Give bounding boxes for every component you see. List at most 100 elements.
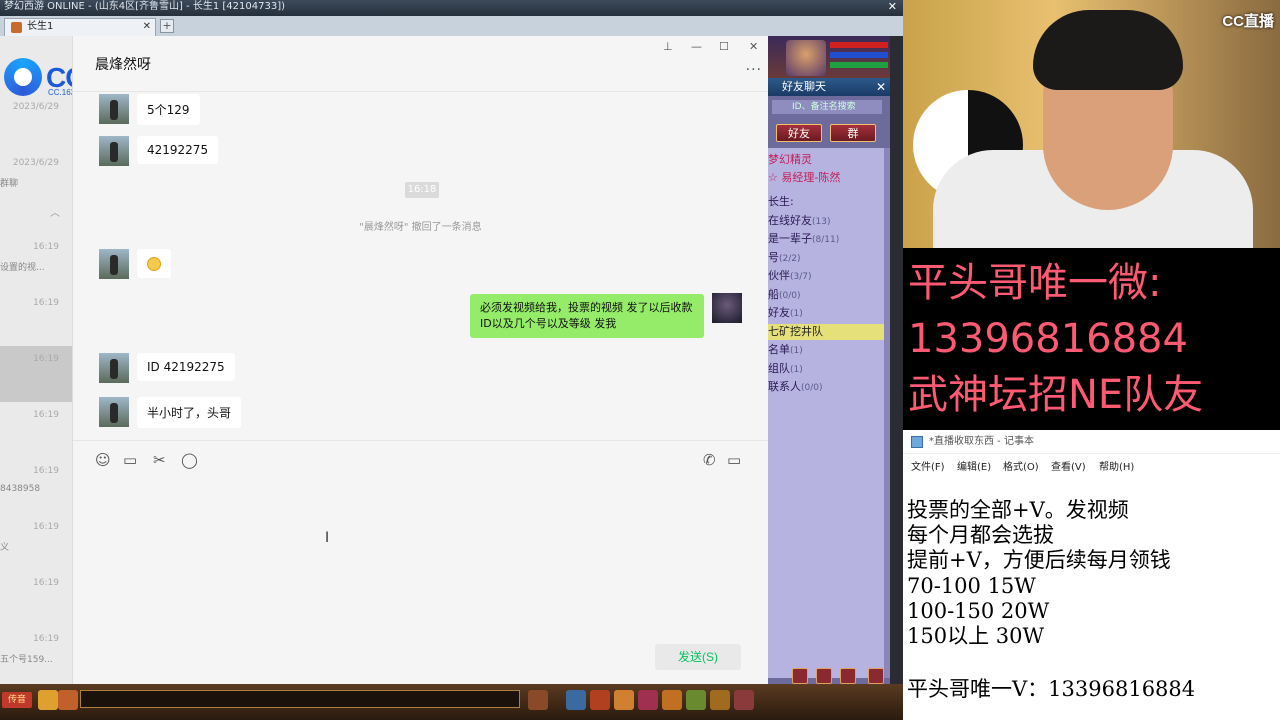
send-button[interactable]: 发送(S) [655, 644, 741, 670]
panel-icon-4[interactable] [868, 668, 884, 684]
chat-list-item[interactable]: 16:19 [0, 346, 72, 402]
chevron-up-icon[interactable]: ︿ [50, 204, 60, 219]
self-avatar[interactable] [712, 293, 742, 323]
tab-close-icon[interactable]: ✕ [143, 19, 151, 35]
contact-avatar[interactable] [99, 397, 129, 427]
chat-list-item[interactable]: 16:19 [0, 290, 72, 346]
friend-item-count: (3/7) [790, 272, 812, 282]
group-button[interactable]: 群 [830, 124, 876, 142]
character-avatar[interactable] [786, 40, 826, 76]
friend-list-item[interactable]: 名单(1) [768, 342, 884, 358]
friend-item-count: (1) [790, 346, 803, 356]
toolbar-icon-1[interactable] [38, 690, 58, 710]
more-icon[interactable]: ··· [746, 62, 762, 78]
friend-panel-icons [780, 668, 890, 684]
friend-panel-close-icon[interactable]: ✕ [876, 78, 886, 96]
menu-format[interactable]: 格式(O) [1003, 458, 1039, 473]
notepad-line-8[interactable]: 平头哥唯一V：13396816884 [907, 677, 1195, 702]
menu-view[interactable]: 查看(V) [1051, 458, 1086, 473]
friend-list-item[interactable]: 联系人(0/0) [768, 379, 884, 395]
message-bubble[interactable] [137, 249, 171, 278]
video-call-icon[interactable]: ▭ [727, 451, 741, 469]
toolbar-icon-3[interactable] [528, 690, 548, 710]
message-input[interactable]: I [73, 476, 768, 636]
friend-list-item[interactable]: 伙伴(3/7) [768, 268, 884, 284]
friend-panel-title: 好友聊天 ✕ [768, 78, 890, 96]
friend-list-item[interactable]: 是一辈子(8/11) [768, 231, 884, 247]
friend-list-item[interactable]: 在线好友(13) [768, 213, 884, 229]
notepad-line-5[interactable]: 100-150 20W [907, 599, 1049, 624]
chat-input-bar[interactable] [80, 690, 520, 708]
game-close-icon[interactable]: ✕ [888, 0, 897, 14]
hp-bar [830, 42, 888, 48]
chat-list-item[interactable]: 16:19 [0, 402, 72, 458]
voice-call-icon[interactable]: ✆ [703, 451, 716, 469]
toolbar-icon-4[interactable] [566, 690, 586, 710]
panel-icon-1[interactable] [792, 668, 808, 684]
friend-list-item[interactable]: 好友(1) [768, 305, 884, 321]
notepad-window: *直播收取东西 - 记事本 文件(F) 编辑(E) 格式(O) 查看(V) 帮助… [903, 430, 1280, 720]
toolbar-icon-6[interactable] [614, 690, 634, 710]
emoji-icon[interactable]: ☺ [95, 451, 111, 469]
notepad-line-2[interactable]: 每个月都会选拔 [907, 523, 1054, 548]
chat-list-item-preview: 五个号159... [0, 655, 53, 665]
folder-icon[interactable]: ▭ [123, 451, 137, 469]
toolbar-icon-7[interactable] [638, 690, 658, 710]
scissors-icon[interactable]: ✂ [153, 451, 166, 469]
panel-icon-3[interactable] [840, 668, 856, 684]
toolbar-icon-11[interactable] [734, 690, 754, 710]
pin-icon[interactable]: ⊥ [663, 40, 673, 53]
message-bubble[interactable]: 42192275 [137, 136, 219, 164]
friend-search-input[interactable]: ID、备注名搜索 [772, 100, 882, 114]
menu-file[interactable]: 文件(F) [911, 458, 945, 473]
chat-list-item[interactable]: 2023/6/29 群聊 [0, 150, 72, 206]
minimize-icon[interactable]: — [691, 40, 702, 53]
panel-icon-2[interactable] [816, 668, 832, 684]
voice-tag[interactable]: 传音 [2, 692, 32, 708]
mp-bar [830, 52, 888, 58]
friend-item-count: (8/11) [812, 235, 840, 245]
notepad-line-3[interactable]: 提前+V，方便后续每月领钱 [907, 548, 1171, 573]
friend-list-item[interactable]: ☆ 易经理-陈然 [768, 170, 884, 186]
friend-list-item[interactable]: 组队(1) [768, 361, 884, 377]
notepad-line-1[interactable]: 投票的全部+V。发视频 [907, 498, 1129, 523]
game-tab[interactable]: 长生1 ✕ [4, 18, 156, 36]
chat-list-item[interactable]: 16:19 义 [0, 514, 72, 570]
toolbar-icon-10[interactable] [710, 690, 730, 710]
toolbar-icon-8[interactable] [662, 690, 682, 710]
notepad-line-6[interactable]: 150以上 30W [907, 624, 1044, 649]
toolbar-icon-5[interactable] [590, 690, 610, 710]
friend-list-item[interactable]: 梦幻精灵 [768, 152, 884, 168]
chat-list-item[interactable]: 16:19 8438958 [0, 458, 72, 514]
chat-list-item[interactable]: 16:19 [0, 570, 72, 626]
contact-avatar[interactable] [99, 94, 129, 124]
toolbar-icon-2[interactable] [58, 690, 78, 710]
menu-edit[interactable]: 编辑(E) [957, 458, 991, 473]
friend-item-count: (13) [812, 216, 831, 227]
contact-avatar[interactable] [99, 136, 129, 166]
notepad-menubar: 文件(F) 编辑(E) 格式(O) 查看(V) 帮助(H) [903, 454, 1280, 474]
toolbar-icon-9[interactable] [686, 690, 706, 710]
add-tab-button[interactable]: + [160, 19, 174, 33]
friend-list-item[interactable]: 长生: [768, 194, 884, 210]
maximize-icon[interactable]: ☐ [719, 40, 729, 53]
chat-list-item[interactable]: 2023/6/29 [0, 94, 72, 150]
message-bubble[interactable]: 5个129 [137, 94, 200, 125]
friend-list-item[interactable]: 号(2/2) [768, 250, 884, 266]
message-bubble[interactable]: ID 42192275 [137, 353, 235, 381]
contact-avatar[interactable] [99, 353, 129, 383]
message-bubble[interactable]: 半小时了，头哥 [137, 397, 242, 428]
chat-history-icon[interactable]: ◯ [181, 451, 198, 469]
friend-list-item[interactable]: 船(0/0) [768, 287, 884, 303]
friends-button[interactable]: 好友 [776, 124, 822, 142]
chat-list-item[interactable]: 16:19 设置的视... [0, 234, 72, 290]
chat-list-item[interactable]: 16:19 五个号159... [0, 626, 72, 682]
friend-list-item[interactable]: 七矿挖井队 [768, 323, 884, 340]
notepad-line-4[interactable]: 70-100 15W [907, 574, 1036, 599]
contact-avatar[interactable] [99, 249, 129, 279]
close-icon[interactable]: ✕ [749, 40, 758, 53]
friend-list-scrollbar[interactable] [884, 148, 890, 678]
menu-help[interactable]: 帮助(H) [1099, 458, 1134, 473]
self-message-bubble[interactable]: 必须发视频给我，投票的视频 发了以后收款ID以及几个号以及等级 发我 [470, 294, 704, 338]
wechat-window: CC直播 CC.163.COM ︿ 2023/6/292023/6/29群聊16… [0, 36, 768, 684]
